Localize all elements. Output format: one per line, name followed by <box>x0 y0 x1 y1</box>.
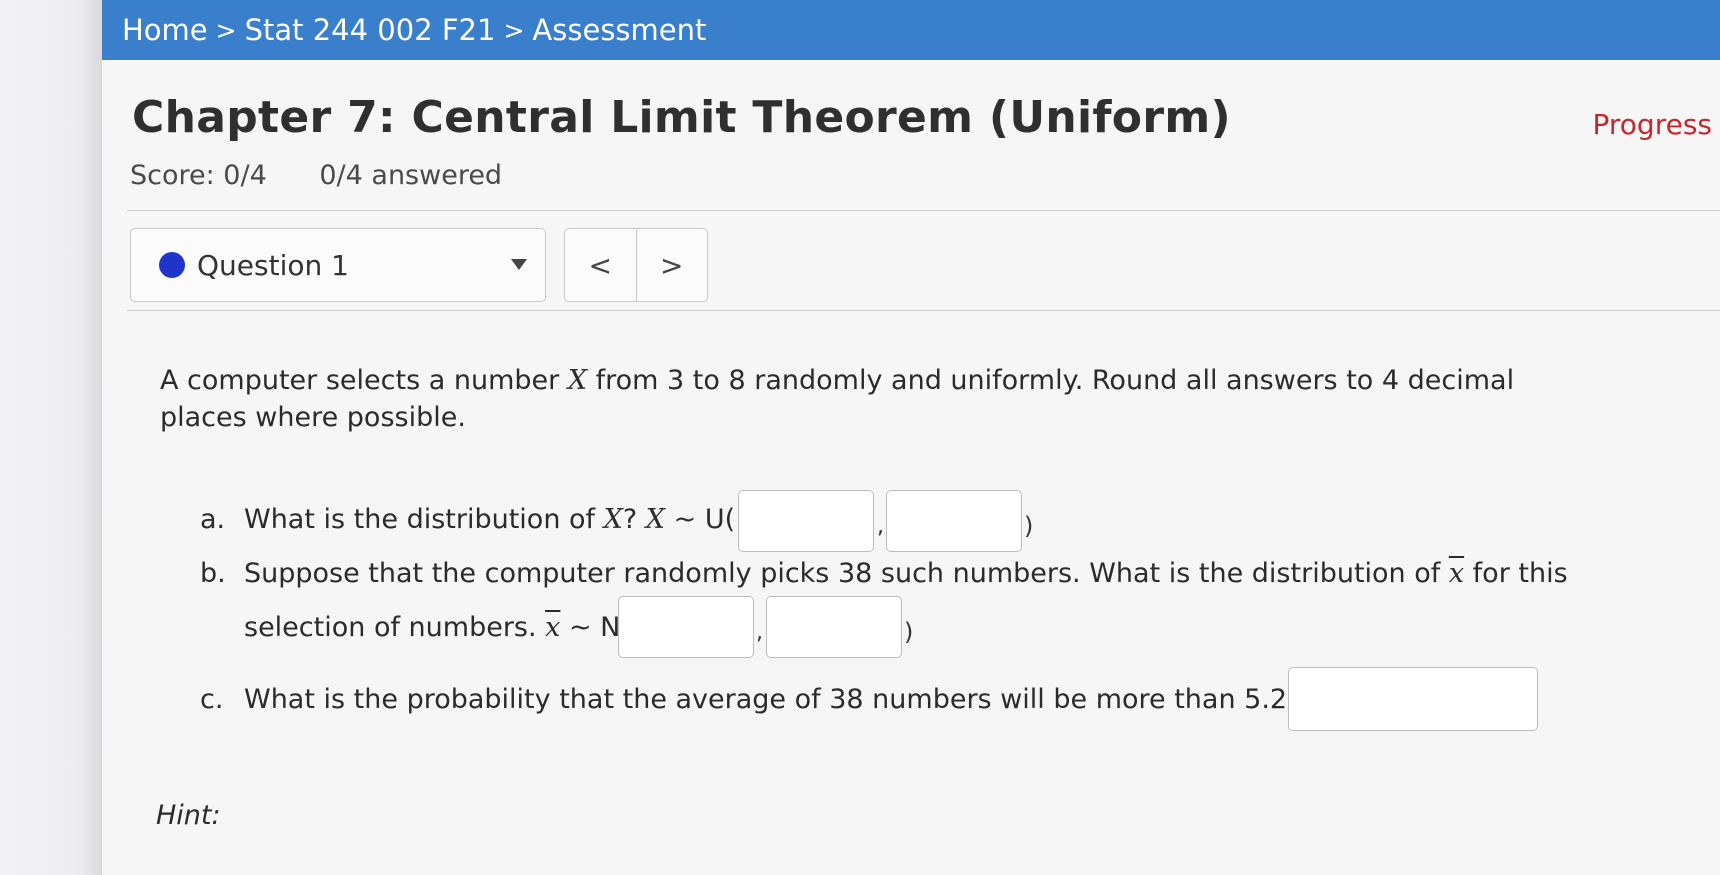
breadcrumb: Home > Stat 244 002 F21 > Assessment <box>102 0 1720 60</box>
prompt-text: A computer selects a number <box>160 365 568 396</box>
hint-label: Hint: <box>156 800 221 831</box>
breadcrumb-separator: > <box>215 15 237 45</box>
question-mark: ? <box>622 504 638 535</box>
answer-b-sd-input[interactable] <box>766 596 902 658</box>
caret-down-icon <box>511 259 527 270</box>
answer-a-lower-input[interactable] <box>738 490 874 552</box>
part-letter: b. <box>200 558 226 589</box>
x-bar-symbol: x <box>1448 558 1465 589</box>
divider <box>127 310 1720 311</box>
score-summary: Score: 0/4 0/4 answered <box>130 160 502 191</box>
part-letter: c. <box>200 684 224 715</box>
close-paren: ) <box>904 618 914 646</box>
part-b-question-cont: selection of numbers. <box>244 612 546 643</box>
breadcrumb-home-link[interactable]: Home <box>122 13 208 47</box>
previous-question-button[interactable]: < <box>565 229 636 301</box>
answer-c-probability-input[interactable] <box>1288 667 1538 731</box>
question-prompt: A computer selects a number X from 3 to … <box>160 362 1580 436</box>
part-a-text: a. What is the distribution of X? X ~ U( <box>200 504 735 535</box>
part-b-question-end: for this <box>1464 558 1568 589</box>
comma: , <box>877 514 884 539</box>
math-variable: X <box>645 504 666 535</box>
part-c-question: What is the probability that the average… <box>244 684 1302 715</box>
breadcrumb-separator: > <box>503 15 525 45</box>
question-nav: < > <box>564 228 708 302</box>
left-gutter <box>0 0 102 875</box>
part-b-question: Suppose that the computer randomly picks… <box>244 558 1449 589</box>
part-b-line1: b. Suppose that the computer randomly pic… <box>200 558 1568 589</box>
assessment-page: Home > Stat 244 002 F21 > Assessment Cha… <box>102 0 1720 875</box>
breadcrumb-current: Assessment <box>532 13 707 47</box>
score-text: Score: 0/4 <box>130 160 267 191</box>
answer-a-upper-input[interactable] <box>886 490 1022 552</box>
part-c-text: c. What is the probability that the avera… <box>200 684 1301 715</box>
part-letter: a. <box>200 504 226 535</box>
divider <box>127 210 1720 211</box>
math-variable: X <box>603 504 623 535</box>
math-variable: X <box>567 365 588 396</box>
page-title: Chapter 7: Central Limit Theorem (Unifor… <box>132 92 1231 143</box>
answer-b-mean-input[interactable] <box>618 596 754 658</box>
close-paren: ) <box>1024 512 1034 540</box>
question-select-label: Question 1 <box>197 248 349 282</box>
breadcrumb-course-link[interactable]: Stat 244 002 F21 <box>245 13 496 47</box>
x-bar-symbol: x <box>545 612 561 643</box>
question-status-dot-icon <box>159 252 185 278</box>
next-question-button[interactable]: > <box>635 229 708 301</box>
part-a-question: What is the distribution of <box>244 504 604 535</box>
answered-count: 0/4 answered <box>319 160 503 191</box>
progress-link[interactable]: Progress <box>1593 108 1713 141</box>
distribution-notation: ~ U( <box>665 504 736 535</box>
part-b-line2: selection of numbers. x ~ N( <box>244 612 631 643</box>
question-select-dropdown[interactable]: Question 1 <box>130 228 546 302</box>
comma: , <box>756 620 763 645</box>
